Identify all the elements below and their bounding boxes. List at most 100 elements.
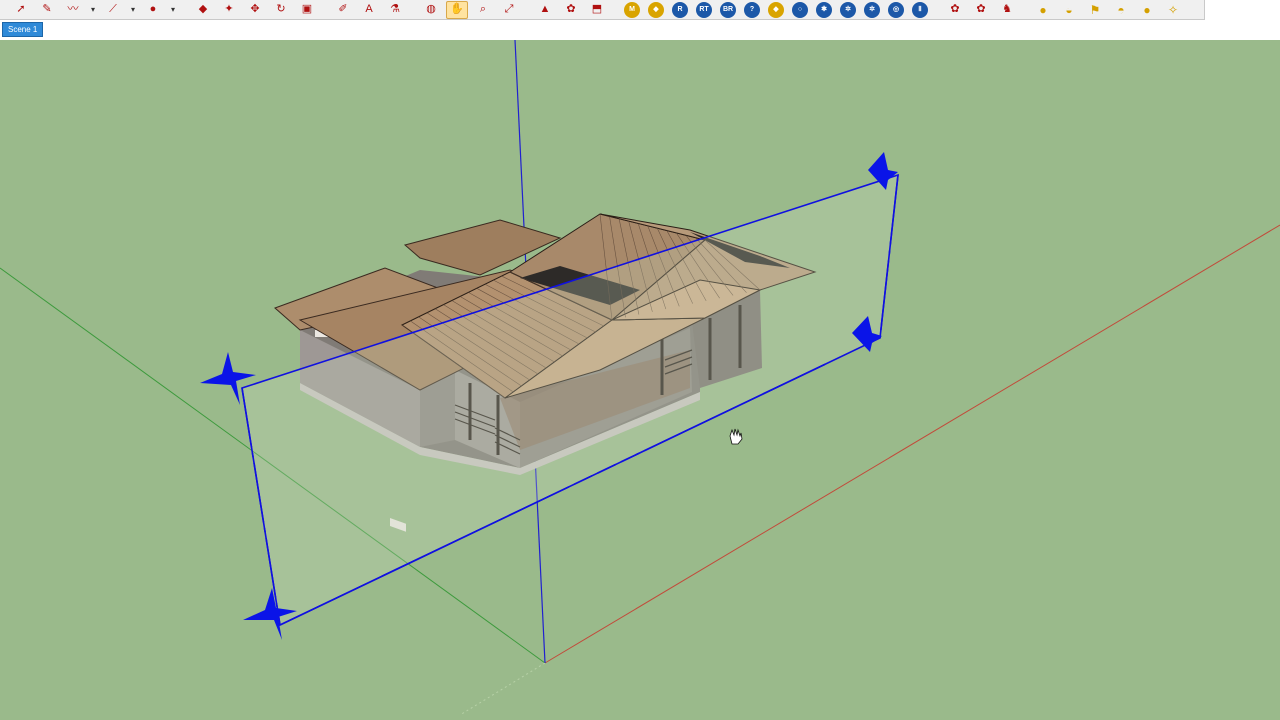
plugin-flower-red-button[interactable]: ✿	[944, 1, 966, 19]
light-wand-icon: ✧	[1167, 2, 1179, 17]
toolbar-group: ✐ A ⚗	[330, 1, 408, 19]
plugin-star-icon: ✱	[821, 6, 827, 13]
followme-icon: ✦	[224, 3, 234, 15]
dropdown-icon: ▾	[130, 4, 135, 14]
warehouse-button[interactable]: ▲	[534, 1, 556, 19]
followme-button[interactable]: ✦	[218, 1, 240, 19]
plugin-r-icon: R	[677, 6, 683, 13]
plugin-flower-green-button[interactable]: ✿	[970, 1, 992, 19]
help-icon: ?	[749, 6, 755, 13]
share-model-icon: ⬒	[591, 3, 603, 15]
zoom-extents-icon: ⤢	[504, 3, 514, 15]
circle-button[interactable]: ●	[142, 1, 164, 19]
light-spot-icon: ◒	[1065, 2, 1073, 17]
scene-tab-bar: Scene 1	[0, 20, 1280, 41]
eraser-icon: ✎	[42, 3, 52, 15]
zoom-extents-button[interactable]: ⤢	[498, 1, 520, 19]
plugin-m-icon: M	[629, 6, 635, 13]
paint-bucket-icon: ⚗	[390, 3, 400, 15]
tape-measure-icon: ✐	[338, 3, 348, 15]
light-bulb-icon: ●	[1039, 2, 1047, 17]
line-icon: ⟋	[109, 3, 117, 15]
help-button[interactable]: ?	[744, 1, 760, 18]
plugin-diamond-icon: ◆	[773, 6, 779, 13]
plugin-diamond-button[interactable]: ◆	[768, 1, 784, 18]
plugin-character-icon: ♞	[1002, 3, 1012, 15]
plugin-flower-green-icon: ✿	[976, 3, 986, 15]
scene-tab[interactable]: Scene 1	[2, 22, 44, 37]
paint-bucket-button[interactable]: ⚗	[384, 1, 406, 19]
warehouse-icon: ▲	[539, 3, 551, 15]
dropdown-icon: ▾	[170, 4, 175, 14]
line-button[interactable]: ⟋	[102, 1, 124, 19]
light-bulb-button[interactable]: ●	[1032, 1, 1054, 19]
eraser-button[interactable]: ✎	[36, 1, 58, 19]
main-toolbar: ➚ ✎ 〰 ▾ ⟋ ▾ ● ▾ ◆ ✦ ✥ ↻ ▣ ✐ A ⚗ ◍ ✋ ⌕ ⤢ ▲ ✿ ⬒ M ◆ R RT BR? ◆ ○ ✱ ✲ ✲ ◎ Ⅱ ✿ ✿…	[0, 0, 1205, 20]
pan-button[interactable]: ✋	[446, 0, 468, 19]
plugin-br-icon: BR	[722, 6, 734, 13]
plugin-br-button[interactable]: BR	[720, 1, 736, 18]
plugin-target-button[interactable]: ◎	[888, 1, 904, 18]
viewport-canvas[interactable]	[0, 40, 1280, 720]
plugin-plant2-button[interactable]: ✲	[864, 1, 880, 18]
plugin-sphere-button[interactable]: ○	[792, 1, 808, 18]
select-button[interactable]: ➚	[10, 1, 32, 19]
light-dome-icon: ◓	[1117, 2, 1125, 17]
light-spot-button[interactable]: ◒	[1058, 1, 1080, 19]
light-dome-button[interactable]: ◓	[1110, 1, 1132, 19]
zoom-button[interactable]: ⌕	[472, 1, 494, 19]
move-icon: ✥	[250, 3, 260, 15]
dropdown-button[interactable]: ▾	[128, 1, 138, 19]
freehand-icon: 〰	[67, 3, 79, 15]
plugin-star-button[interactable]: ✱	[816, 1, 832, 18]
dropdown-button[interactable]: ▾	[88, 1, 98, 19]
scale-icon: ▣	[301, 3, 313, 15]
plugin-rt-button[interactable]: RT	[696, 1, 712, 18]
orbit-icon: ◍	[426, 3, 436, 15]
tape-measure-button[interactable]: ✐	[332, 1, 354, 19]
orbit-button[interactable]: ◍	[420, 1, 442, 19]
scale-button[interactable]: ▣	[296, 1, 318, 19]
plugin-tag-icon: ◆	[653, 6, 659, 13]
plugin-target-icon: ◎	[892, 6, 900, 13]
pushpull-button[interactable]: ◆	[192, 1, 214, 19]
plugin-sphere-icon: ○	[797, 6, 803, 13]
plugin-plant-button[interactable]: ✲	[840, 1, 856, 18]
light-sphere-button[interactable]: ●	[1136, 1, 1158, 19]
toolbar-group: ◍ ✋ ⌕ ⤢	[418, 0, 522, 19]
plugin-tag-button[interactable]: ◆	[648, 1, 664, 18]
freehand-button[interactable]: 〰	[62, 1, 84, 19]
pushpull-icon: ◆	[198, 3, 208, 15]
pause-button[interactable]: Ⅱ	[912, 1, 928, 18]
model-viewport[interactable]	[0, 40, 1280, 720]
extension-icon: ✿	[566, 3, 576, 15]
zoom-icon: ⌕	[479, 3, 487, 15]
light-flag-button[interactable]: ⚑	[1084, 1, 1106, 19]
toolbar-group: ◆ ✦ ✥ ↻ ▣	[190, 1, 320, 19]
plugin-character-button[interactable]: ♞	[996, 1, 1018, 19]
rotate-icon: ↻	[276, 3, 286, 15]
lighting-toolbar-group: ● ◒ ⚑ ◓ ● ✧	[1030, 1, 1186, 19]
rotate-button[interactable]: ↻	[270, 1, 292, 19]
text-icon: A	[365, 3, 373, 15]
plugin-rt-icon: RT	[699, 6, 709, 13]
light-sphere-icon: ●	[1143, 2, 1151, 17]
pan-icon: ✋	[450, 3, 464, 15]
circle-icon: ●	[149, 3, 157, 15]
plugin-r-button[interactable]: R	[672, 1, 688, 18]
extension-button[interactable]: ✿	[560, 1, 582, 19]
plugin-plant-icon: ✲	[845, 6, 851, 13]
plugin-extra-group: ✿ ✿ ♞	[942, 1, 1020, 19]
plugin-toolbar-group: M ◆ R RT BR? ◆ ○ ✱ ✲ ✲ ◎ Ⅱ	[620, 1, 932, 18]
dropdown-icon: ▾	[90, 4, 95, 14]
text-button[interactable]: A	[358, 1, 380, 19]
plugin-plant2-icon: ✲	[869, 6, 875, 13]
light-flag-icon: ⚑	[1089, 2, 1101, 17]
light-wand-button[interactable]: ✧	[1162, 1, 1184, 19]
toolbar-group: ➚ ✎ 〰 ▾ ⟋ ▾ ● ▾	[8, 1, 180, 19]
plugin-flower-red-icon: ✿	[950, 3, 960, 15]
plugin-m-button[interactable]: M	[624, 1, 640, 18]
move-button[interactable]: ✥	[244, 1, 266, 19]
share-model-button[interactable]: ⬒	[586, 1, 608, 19]
dropdown-button[interactable]: ▾	[168, 1, 178, 19]
